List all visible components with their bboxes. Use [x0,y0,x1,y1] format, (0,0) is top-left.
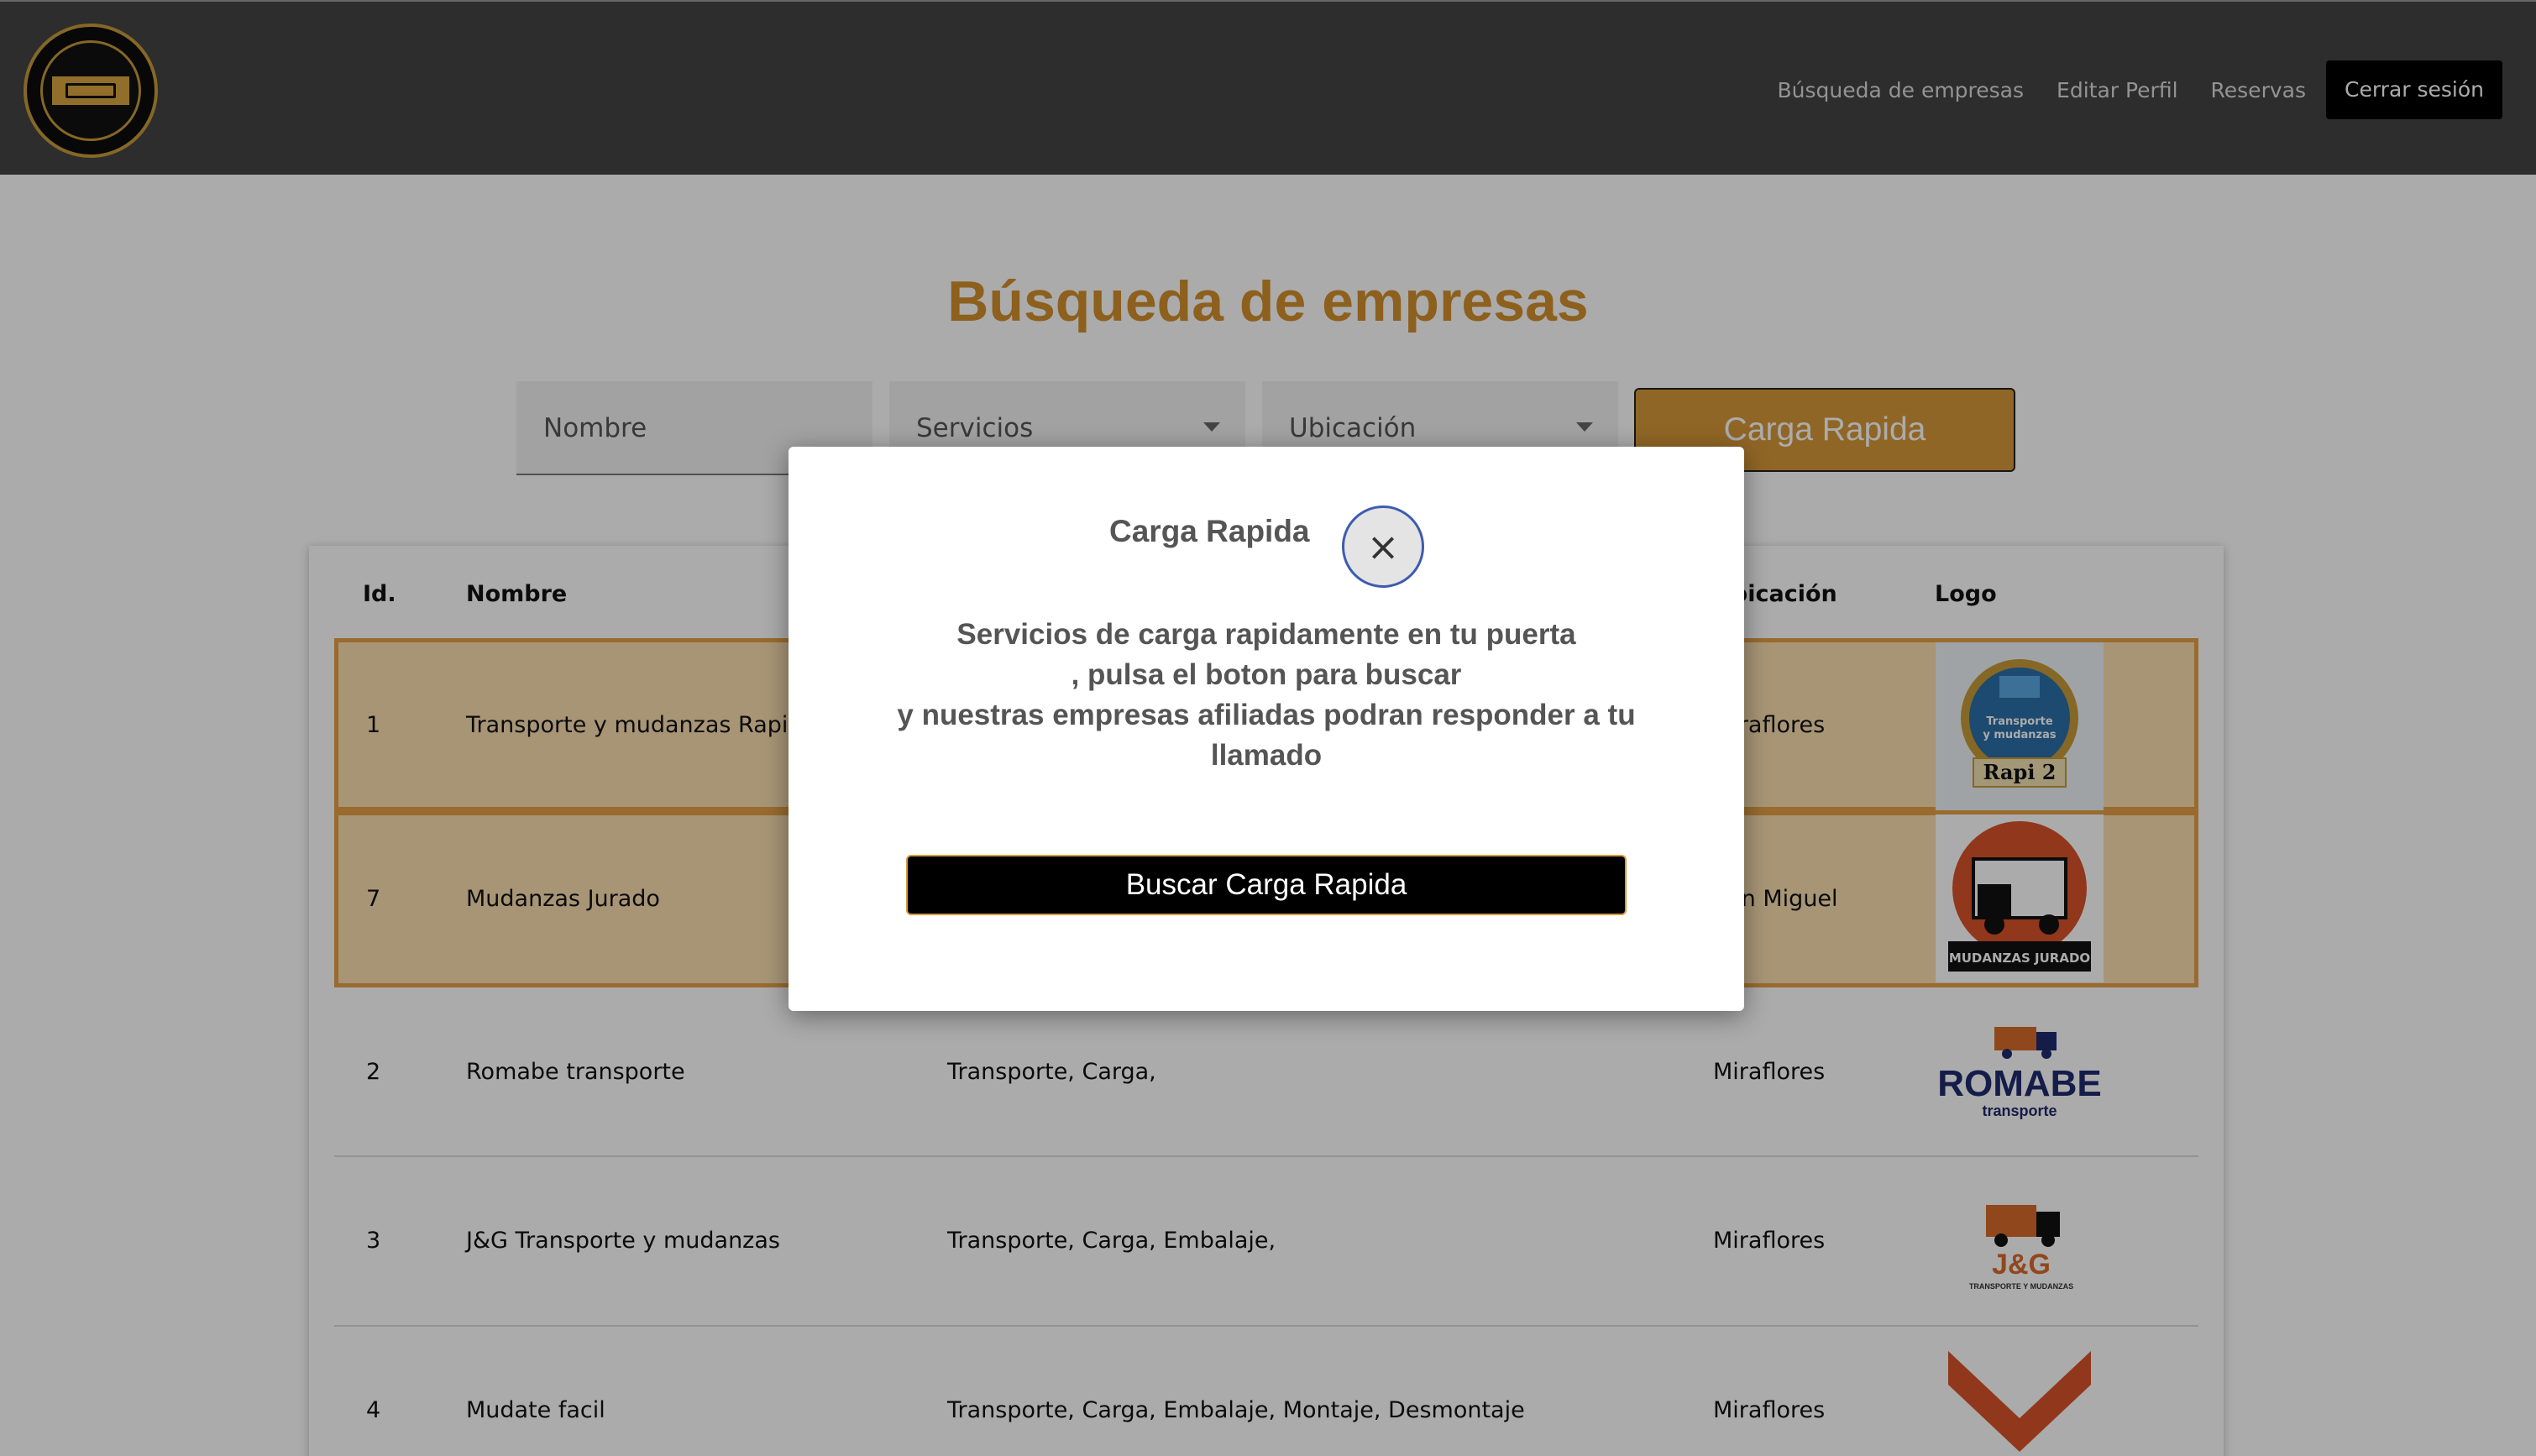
modal-title: Carga Rapida [1109,514,1310,548]
modal-text-line: y nuestras empresas afiliadas podran res… [897,699,1636,772]
close-icon: × [1366,524,1400,569]
modal-text-line: , pulsa el boton para buscar [1071,658,1462,691]
modal-text-line: Servicios de carga rapidamente en tu pue… [956,618,1576,651]
search-quick-load-button[interactable]: Buscar Carga Rapida [906,855,1627,915]
modal-description: Servicios de carga rapidamente en tu pue… [856,615,1677,776]
quick-load-modal: Carga Rapida × Servicios de carga rapida… [789,447,1744,1011]
close-button[interactable]: × [1342,505,1424,588]
